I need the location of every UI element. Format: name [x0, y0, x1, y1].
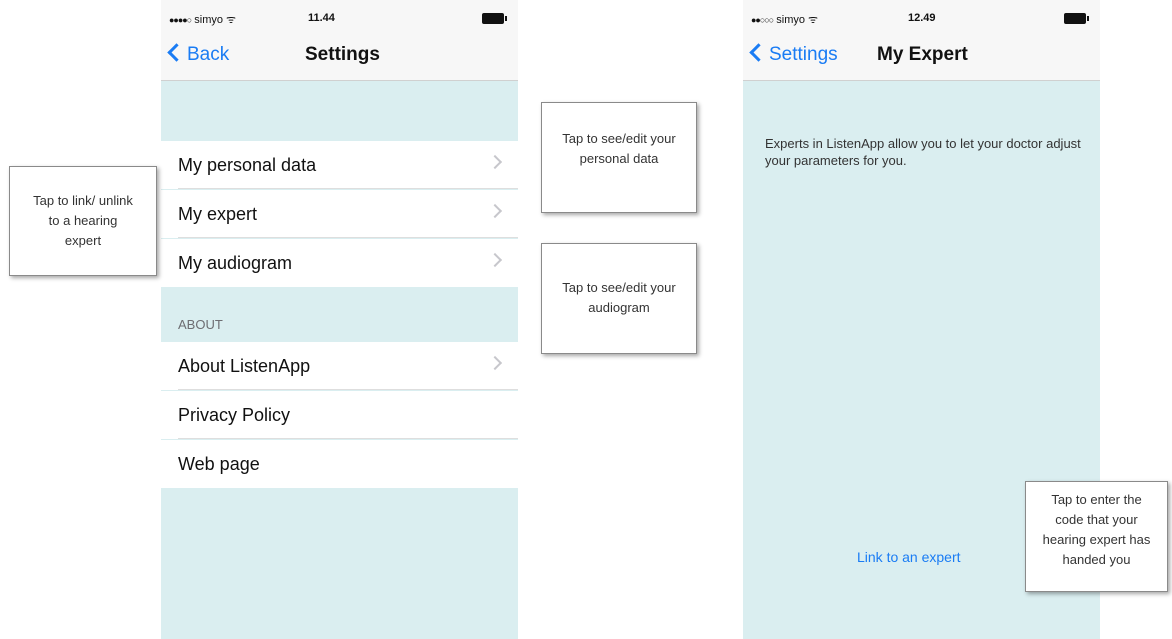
chevron-left-icon — [749, 43, 768, 62]
signal-icon: ●●○○○ — [751, 15, 774, 25]
callout-text: Tap to see/edit your audiogram — [562, 280, 676, 315]
cell-privacy-policy[interactable]: Privacy Policy — [161, 391, 518, 439]
expert-description: Experts in ListenApp allow you to let yo… — [765, 136, 1081, 168]
divider — [178, 438, 518, 439]
carrier: ●●○○○ simyo ᯤ — [751, 12, 818, 27]
carrier: ●●●●○ simyo ᯤ — [169, 12, 236, 27]
cell-my-audiogram[interactable]: My audiogram — [161, 239, 518, 287]
callout-audiogram: Tap to see/edit your audiogram — [506, 243, 697, 354]
divider — [178, 188, 518, 189]
nav-bar: Settings My Expert — [743, 30, 1100, 81]
battery-icon — [482, 13, 507, 24]
status-time: 12.49 — [908, 12, 936, 24]
page-title: Settings — [305, 44, 380, 65]
cell-label: Privacy Policy — [178, 405, 291, 425]
chevron-right-icon — [487, 252, 503, 268]
back-button[interactable]: Back — [167, 43, 230, 66]
back-button[interactable]: Settings — [749, 43, 838, 66]
callout-personal-data: Tap to see/edit your personal data — [504, 102, 697, 213]
back-label: Back — [187, 44, 230, 65]
nav-bar: Back Settings — [161, 30, 518, 81]
chevron-right-icon — [487, 355, 503, 371]
chevron-left-icon — [167, 43, 186, 62]
callout-text: Tap to enter the code that your hearing … — [1042, 492, 1151, 567]
cell-about-listenapp[interactable]: About ListenApp — [161, 342, 518, 390]
signal-icon: ●●●●○ — [169, 15, 192, 25]
page-title: My Expert — [877, 44, 968, 65]
cell-label: My audiogram — [178, 253, 293, 273]
link-to-expert-link[interactable]: Link to an expert — [857, 549, 961, 565]
status-bar: ●●○○○ simyo ᯤ 12.49 — [743, 0, 1100, 30]
callout-text: Tap to link/ unlink to a hearing expert — [33, 193, 133, 248]
callout-text: Tap to see/edit your personal data — [562, 131, 676, 166]
carrier-name: simyo — [194, 14, 223, 26]
section-header-about: ABOUT — [178, 317, 223, 332]
chevron-right-icon — [487, 203, 503, 219]
settings-screen: ●●●●○ simyo ᯤ 11.44 Back Settings My per… — [161, 0, 518, 639]
wifi-icon: ᯤ — [808, 14, 819, 26]
divider — [178, 389, 518, 390]
cell-label: About ListenApp — [178, 356, 311, 376]
cell-label: My personal data — [178, 155, 317, 175]
wifi-icon: ᯤ — [226, 14, 237, 26]
battery-icon — [1064, 13, 1089, 24]
callout-enter-code: Tap to enter the code that your hearing … — [985, 481, 1168, 592]
callout-link-expert: Tap to link/ unlink to a hearing expert — [9, 166, 183, 276]
cell-my-expert[interactable]: My expert — [161, 190, 518, 238]
status-bar: ●●●●○ simyo ᯤ 11.44 — [161, 0, 518, 30]
divider — [178, 237, 518, 238]
chevron-right-icon — [487, 154, 503, 170]
back-label: Settings — [769, 44, 838, 65]
cell-my-personal-data[interactable]: My personal data — [161, 141, 518, 189]
cell-label: My expert — [178, 204, 258, 224]
status-time: 11.44 — [308, 12, 335, 24]
cell-label: Web page — [178, 454, 260, 474]
carrier-name: simyo — [776, 14, 805, 26]
cell-web-page[interactable]: Web page — [161, 440, 518, 488]
